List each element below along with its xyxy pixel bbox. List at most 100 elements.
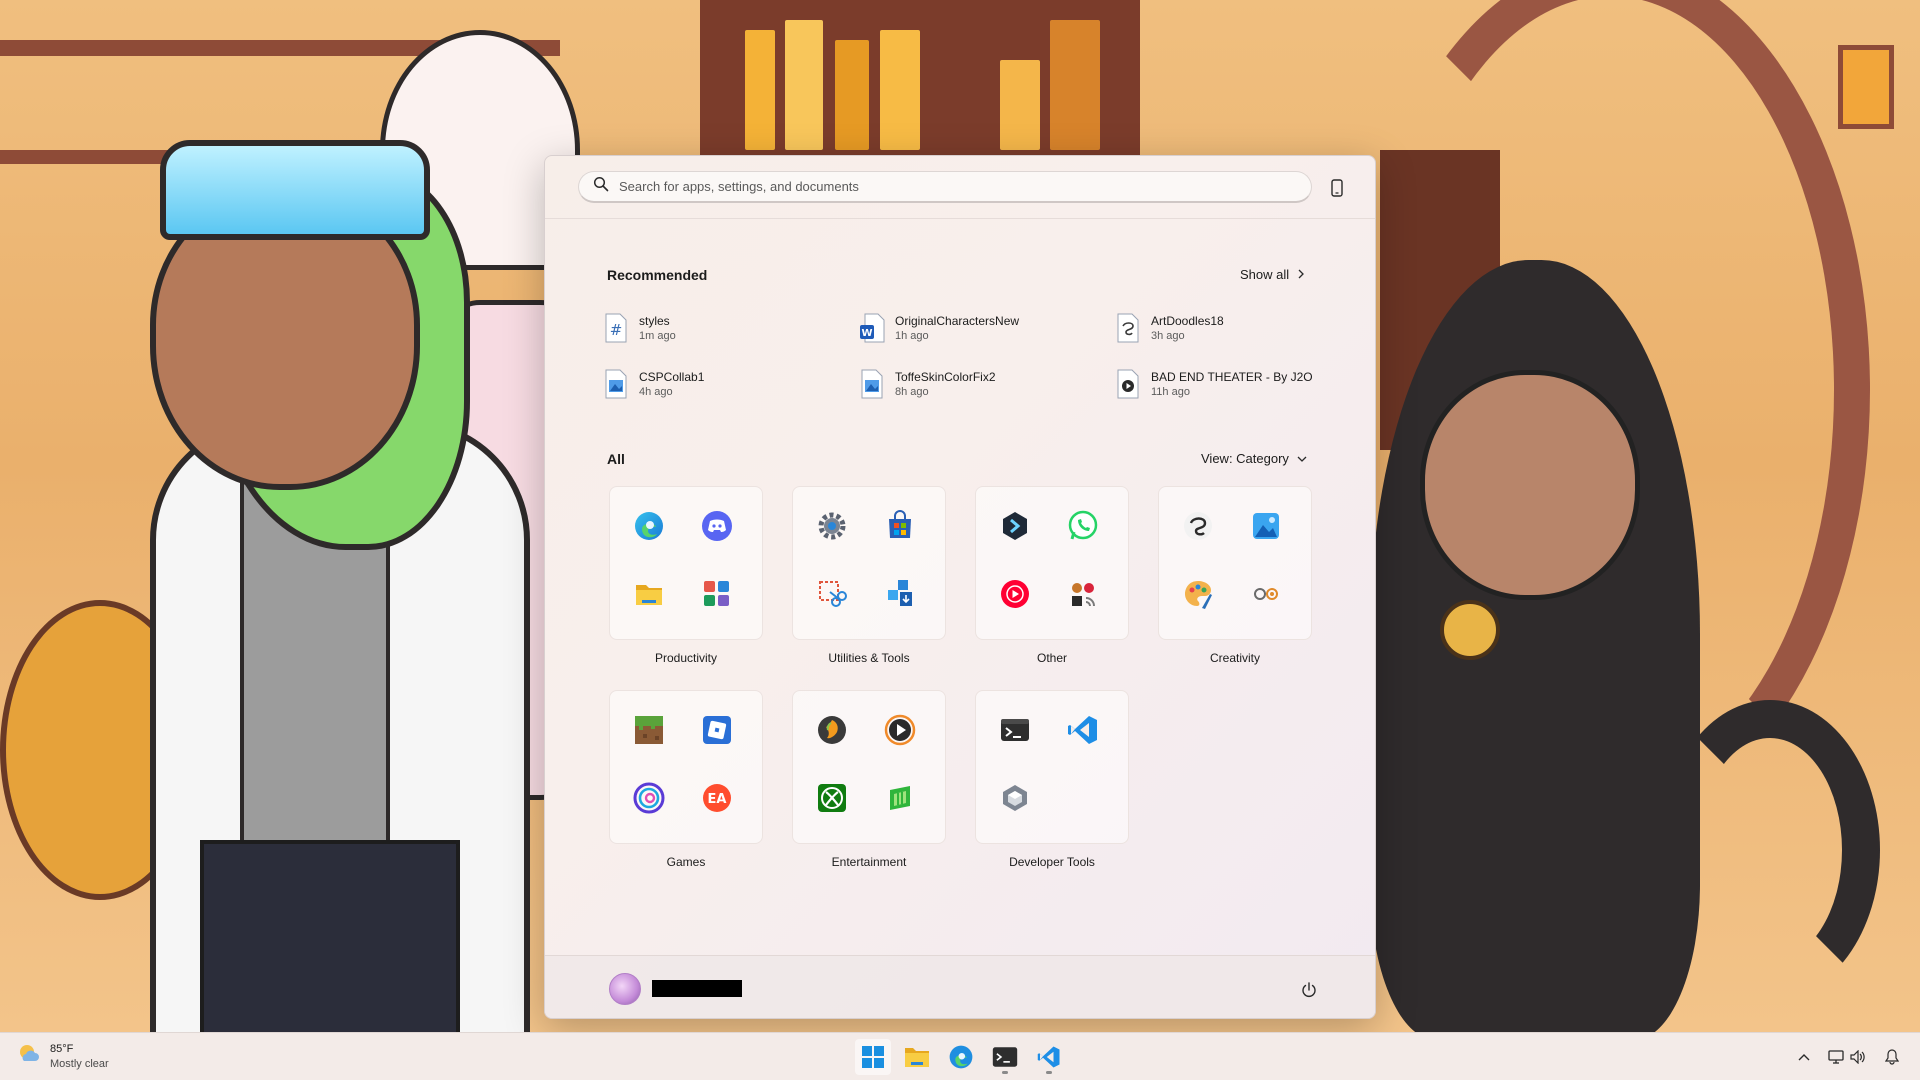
- weather-condition: Mostly clear: [50, 1057, 109, 1070]
- chevron-down-icon: [1297, 451, 1307, 466]
- user-name-redacted[interactable]: [652, 980, 742, 997]
- roblox-icon: [700, 713, 734, 747]
- file-explorer-icon: [632, 577, 666, 611]
- weather-widget[interactable]: 85°F Mostly clear: [16, 1041, 109, 1072]
- folder-creativity[interactable]: [1158, 486, 1312, 640]
- hash-file-icon: #: [603, 313, 629, 343]
- paint-icon: [1181, 577, 1215, 611]
- svg-text:W: W: [861, 328, 872, 339]
- view-category-button[interactable]: View: Category: [1193, 447, 1315, 470]
- folder-utilities-tools[interactable]: [792, 486, 946, 640]
- network-icon[interactable]: [1826, 1047, 1846, 1067]
- start-menu: Recommended Show all # styles 1m ago W O…: [544, 155, 1376, 1019]
- recommended-item[interactable]: W OriginalCharactersNew 1h ago: [859, 306, 1089, 350]
- image-file-icon: [603, 369, 629, 399]
- weather-temperature: 85°F: [50, 1042, 74, 1055]
- settings-gear-icon: [815, 509, 849, 543]
- image-file-icon: [859, 369, 885, 399]
- start-footer: [545, 955, 1375, 1018]
- file-explorer-icon[interactable]: [899, 1039, 935, 1075]
- recommended-item-time: 3h ago: [1151, 330, 1185, 342]
- search-box[interactable]: [578, 171, 1312, 203]
- folder-other[interactable]: [975, 486, 1129, 640]
- chevron-right-icon: [1297, 267, 1305, 282]
- whatsapp-icon: [1066, 509, 1100, 543]
- clip-studio-icon: [1181, 509, 1215, 543]
- recommended-item[interactable]: ToffeSkinColorFix2 8h ago: [859, 362, 1089, 406]
- recommended-title: Recommended: [607, 267, 708, 283]
- taskbar: 85°F Mostly clear: [0, 1032, 1920, 1080]
- folder-label: Developer Tools: [1009, 855, 1095, 869]
- folder-games[interactable]: EA: [609, 690, 763, 844]
- folder-label: Utilities & Tools: [828, 651, 910, 665]
- recommended-item[interactable]: # styles 1m ago: [603, 306, 833, 350]
- fl-studio-icon: [815, 713, 849, 747]
- vscode-icon: [1066, 713, 1100, 747]
- proton-icon: [998, 509, 1032, 543]
- running-indicator: [1046, 1071, 1052, 1074]
- folder-entertainment[interactable]: [792, 690, 946, 844]
- running-indicator: [1002, 1071, 1008, 1074]
- microsoft-store-icon: [883, 509, 917, 543]
- recommended-item-name: ArtDoodles18: [1151, 314, 1224, 328]
- ea-icon: EA: [700, 781, 734, 815]
- clip-studio-file-icon: [1115, 313, 1141, 343]
- view-category-label: View: Category: [1201, 451, 1289, 466]
- app-installer-icon: [883, 577, 917, 611]
- recommended-item-time: 8h ago: [895, 386, 929, 398]
- recommended-item[interactable]: ArtDoodles18 3h ago: [1115, 306, 1345, 350]
- chevron-up-icon[interactable]: [1794, 1047, 1814, 1067]
- media-file-icon: [1115, 369, 1141, 399]
- recommended-item[interactable]: BAD END THEATER - By J2O 11h ago: [1115, 362, 1325, 406]
- photos-icon: [1249, 509, 1283, 543]
- svg-text:EA: EA: [708, 792, 727, 807]
- xbox-icon: [815, 781, 849, 815]
- folder-label: Productivity: [654, 651, 718, 665]
- minecraft-icon: [632, 713, 666, 747]
- phone-link-icon[interactable]: [1326, 177, 1348, 199]
- terminal-icon: [998, 713, 1032, 747]
- all-apps-title: All: [607, 451, 625, 467]
- folder-label: Games: [666, 855, 706, 869]
- game-pass-icon: [883, 781, 917, 815]
- vscode-icon[interactable]: [1031, 1039, 1067, 1075]
- svg-text:#: #: [610, 321, 623, 339]
- windows-start-icon[interactable]: [855, 1039, 891, 1075]
- edge-icon[interactable]: [943, 1039, 979, 1075]
- search-input[interactable]: [619, 179, 1311, 194]
- recommended-item-time: 4h ago: [639, 386, 673, 398]
- partly-cloudy-night-icon: [16, 1041, 42, 1072]
- recommended-item-name: OriginalCharactersNew: [895, 314, 1020, 328]
- power-icon[interactable]: [1297, 978, 1321, 1002]
- youtube-music-icon: [998, 577, 1032, 611]
- folder-developer-tools[interactable]: [975, 690, 1129, 844]
- search-divider: [545, 218, 1375, 219]
- recommended-item-name: BAD END THEATER - By J2O: [1151, 370, 1313, 384]
- edge-icon: [632, 509, 666, 543]
- notification-bell-icon[interactable]: [1882, 1047, 1902, 1067]
- show-all-button[interactable]: Show all: [1232, 263, 1313, 286]
- show-all-label: Show all: [1240, 267, 1290, 282]
- drawing-tools-icon: [1249, 577, 1283, 611]
- ubisoft-icon: [632, 781, 666, 815]
- office-apps-icon: [700, 577, 734, 611]
- recommended-item-name: CSPCollab1: [639, 370, 705, 384]
- recommended-item-time: 1m ago: [639, 330, 676, 342]
- folder-label: Creativity: [1209, 651, 1260, 665]
- recommended-item-name: ToffeSkinColorFix2: [895, 370, 996, 384]
- snipping-tool-icon: [815, 577, 849, 611]
- recommended-list: # styles 1m ago W OriginalCharactersNew …: [605, 306, 1317, 416]
- unity-icon: [998, 781, 1032, 815]
- search-icon: [593, 176, 609, 197]
- media-player-icon: [883, 713, 917, 747]
- recommended-item-name: styles: [639, 314, 670, 328]
- discord-icon: [700, 509, 734, 543]
- avatar[interactable]: [609, 973, 641, 1005]
- recommended-item-time: 11h ago: [1151, 386, 1190, 398]
- terminal-icon[interactable]: [987, 1039, 1023, 1075]
- recommended-item[interactable]: CSPCollab1 4h ago: [603, 362, 833, 406]
- folder-label: Other: [1036, 651, 1067, 665]
- volume-icon[interactable]: [1848, 1047, 1868, 1067]
- folder-label: Entertainment: [831, 855, 907, 869]
- folder-productivity[interactable]: [609, 486, 763, 640]
